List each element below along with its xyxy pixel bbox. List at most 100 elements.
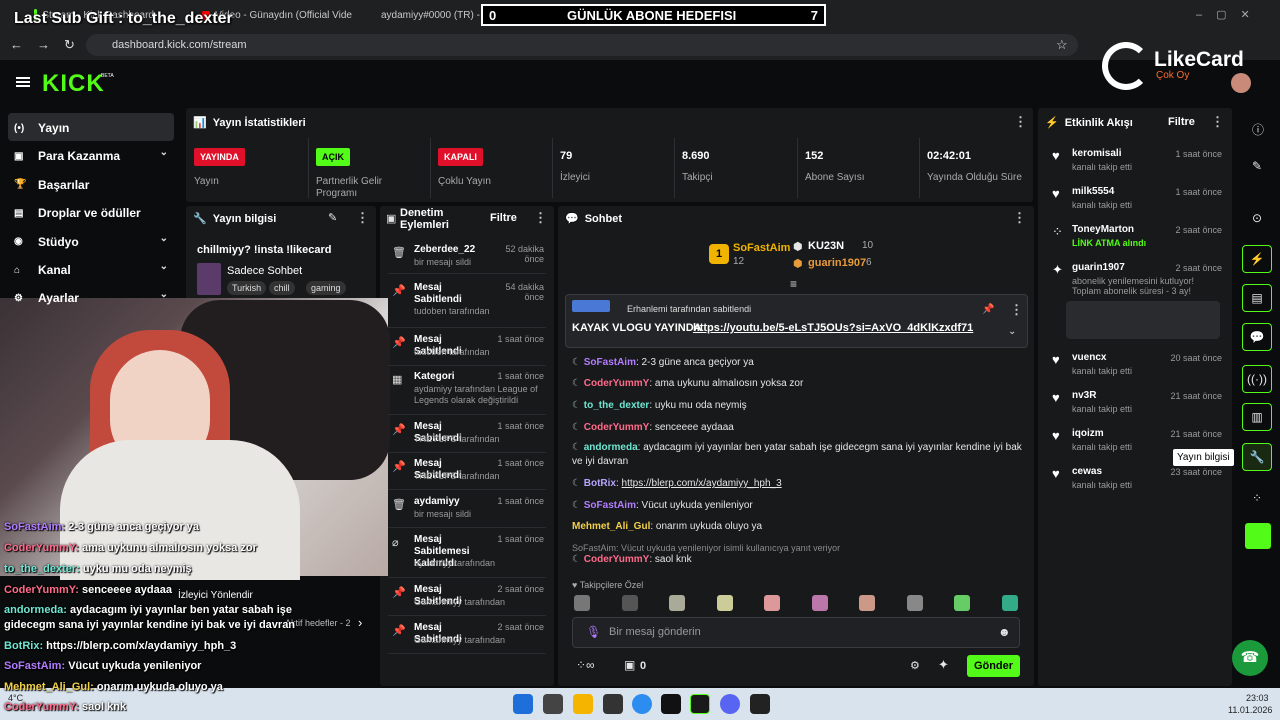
mod-actions-more-icon[interactable]: ⋮: [534, 210, 547, 226]
url-input[interactable]: dashboard.kick.com/stream: [86, 34, 1078, 56]
rail-notes-icon[interactable]: ▤: [1242, 284, 1272, 312]
sidebar-item-kanal[interactable]: ⌂ Kanal ⌄: [10, 257, 174, 283]
chat-username[interactable]: to_the_dexter: [584, 400, 650, 411]
activity-username[interactable]: cewas: [1072, 466, 1102, 477]
stat-value: 152: [805, 150, 824, 162]
app-icon[interactable]: [750, 694, 770, 714]
emote-icon[interactable]: [811, 595, 828, 611]
goals-next-icon[interactable]: ›: [358, 615, 362, 630]
sidebar-item-droplarvedller[interactable]: ▤ Droplar ve ödüller: [10, 200, 174, 226]
tag-chip[interactable]: Turkish: [227, 281, 267, 295]
chevron-down-icon[interactable]: ⌄: [160, 233, 168, 244]
chat-username[interactable]: Mehmet_Ali_Gul: [572, 521, 650, 532]
stats-more-icon[interactable]: ⋮: [1014, 114, 1027, 130]
edit-pencil-icon[interactable]: ✎: [328, 211, 337, 224]
file-explorer-icon[interactable]: [573, 694, 593, 714]
avatar[interactable]: [1231, 73, 1251, 93]
chevron-down-icon[interactable]: ⌄: [160, 147, 168, 158]
activity-username[interactable]: guarin1907: [1072, 262, 1125, 273]
rail-stream-info-icon[interactable]: 🔧: [1242, 443, 1272, 471]
chat-settings-gear-icon[interactable]: ⚙: [910, 659, 920, 672]
stream-title-text: chillmiyy? !insta !likecard: [197, 244, 332, 256]
chat-username[interactable]: SoFastAim: [584, 357, 636, 368]
reply-hint: SoFastAim: Vücut uykuda yenileniyor isim…: [572, 543, 841, 553]
sidebar-item-yayn[interactable]: (•) Yayın: [10, 115, 174, 141]
tag-chip[interactable]: chill: [269, 281, 295, 295]
emote-icon[interactable]: [716, 595, 733, 611]
send-button[interactable]: Gönder: [967, 655, 1020, 677]
rail-broadcast-icon[interactable]: ((·)): [1242, 365, 1272, 393]
emote-icon[interactable]: [574, 595, 590, 611]
chevron-down-icon[interactable]: ⌄: [1008, 326, 1016, 337]
sidebar-item-stdyo[interactable]: ◉ Stüdyo ⌄: [10, 229, 174, 255]
sidebar-item-baarlar[interactable]: 🏆 Başarılar: [10, 172, 174, 198]
rail-layout-icon[interactable]: ▥: [1242, 403, 1272, 431]
emote-icon[interactable]: [859, 595, 875, 611]
pin-icon[interactable]: 📌: [982, 304, 994, 315]
rail-quick-action-icon[interactable]: ⚡: [1242, 245, 1272, 273]
camera-icon[interactable]: ⊙: [1252, 211, 1262, 225]
pinned-more-icon[interactable]: ⋮: [1010, 302, 1023, 318]
leader-1-name[interactable]: SoFastAim: [733, 242, 790, 254]
window-controls[interactable]: –▢✕: [1196, 8, 1264, 21]
activity-username[interactable]: keromisali: [1072, 148, 1121, 159]
rail-chat-icon[interactable]: 💬: [1242, 323, 1272, 351]
chevron-down-icon[interactable]: ⌄: [160, 261, 168, 272]
pinned-link[interactable]: https://youtu.be/5-eLsTJ5OUs?si=AxVO_4dK…: [693, 322, 973, 334]
kick-logo[interactable]: KICK: [42, 70, 105, 98]
discord-icon[interactable]: [720, 694, 740, 714]
activity-username[interactable]: iqoizm: [1072, 428, 1104, 439]
emote-icon[interactable]: [669, 595, 685, 611]
emote-icon[interactable]: [954, 595, 970, 611]
sidebar-item-parakazanma[interactable]: ▣ Para Kazanma ⌄: [10, 143, 174, 169]
chevron-down-icon[interactable]: ⌄: [160, 289, 168, 300]
chat-username[interactable]: CoderYummY: [584, 554, 650, 565]
mod-action-item: 📌 Mesaj Sabitlendi 1 saat önce THEYUPS tara…: [388, 454, 546, 490]
emote-icon[interactable]: [906, 595, 923, 611]
tag-chip[interactable]: gaming: [306, 281, 346, 295]
extensions-icon[interactable]: ⁘: [1252, 491, 1262, 505]
emote-icon[interactable]: [1001, 595, 1018, 611]
chat-username[interactable]: SoFastAim: [584, 500, 636, 511]
user-badge-icon: ☾: [572, 378, 584, 389]
chat-username[interactable]: BotRix: [584, 478, 616, 489]
chat-username[interactable]: CoderYummY: [584, 422, 650, 433]
bookmark-star-icon[interactable]: ☆: [1056, 37, 1068, 53]
leader-3-name[interactable]: guarin1907: [808, 257, 866, 269]
activity-username[interactable]: nv3R: [1072, 390, 1096, 401]
windows-start-icon[interactable]: [513, 694, 533, 714]
activity-time: 2 saat önce: [1175, 263, 1222, 273]
chat-username[interactable]: andormeda: [584, 442, 638, 453]
menu-hamburger-icon[interactable]: [16, 77, 30, 87]
nav-back-forward-reload-icon[interactable]: ←→↻: [10, 37, 89, 53]
emote-icon[interactable]: [621, 595, 638, 611]
chat-mod-tools-icon[interactable]: ✦: [938, 657, 949, 673]
chat-more-icon[interactable]: ⋮: [1013, 210, 1026, 226]
support-headset-icon[interactable]: ☎: [1232, 640, 1268, 676]
chrome-icon[interactable]: [632, 694, 652, 714]
mod-action-time: 54 dakika önce: [505, 282, 544, 302]
expand-leaderboard-icon[interactable]: ≡: [790, 277, 797, 291]
microphone-icon[interactable]: 🎙: [586, 625, 601, 639]
kick-app-icon[interactable]: [690, 694, 710, 714]
mod-actions-filter-button[interactable]: Filtre: [490, 212, 517, 224]
pencil-icon[interactable]: ✎: [1252, 159, 1262, 173]
activity-username[interactable]: ToneyMarton: [1072, 224, 1134, 235]
leader-2-name[interactable]: KU23N: [808, 240, 844, 252]
chat-text[interactable]: https://blerp.com/x/aydamiyy_hph_3: [622, 478, 782, 489]
green-app-icon[interactable]: [1245, 523, 1271, 549]
search-icon[interactable]: [543, 694, 563, 714]
points-infinity-icon[interactable]: ⁘∞: [576, 658, 595, 672]
activity-username[interactable]: vuencx: [1072, 352, 1106, 363]
emoji-picker-icon[interactable]: ☻: [998, 625, 1011, 639]
emote-icon[interactable]: [764, 595, 780, 611]
info-icon[interactable]: ⓘ: [1252, 121, 1264, 138]
activity-filter-button[interactable]: Filtre: [1168, 116, 1195, 128]
obs-icon[interactable]: [603, 694, 623, 714]
chat-username[interactable]: CoderYummY: [584, 378, 650, 389]
activity-username[interactable]: milk5554: [1072, 186, 1114, 197]
app-g-icon[interactable]: [661, 694, 681, 714]
activity-more-icon[interactable]: ⋮: [1211, 114, 1224, 130]
sidebar-item-ayarlar[interactable]: ⚙ Ayarlar ⌄: [10, 285, 174, 311]
stream-info-more-icon[interactable]: ⋮: [356, 210, 369, 226]
